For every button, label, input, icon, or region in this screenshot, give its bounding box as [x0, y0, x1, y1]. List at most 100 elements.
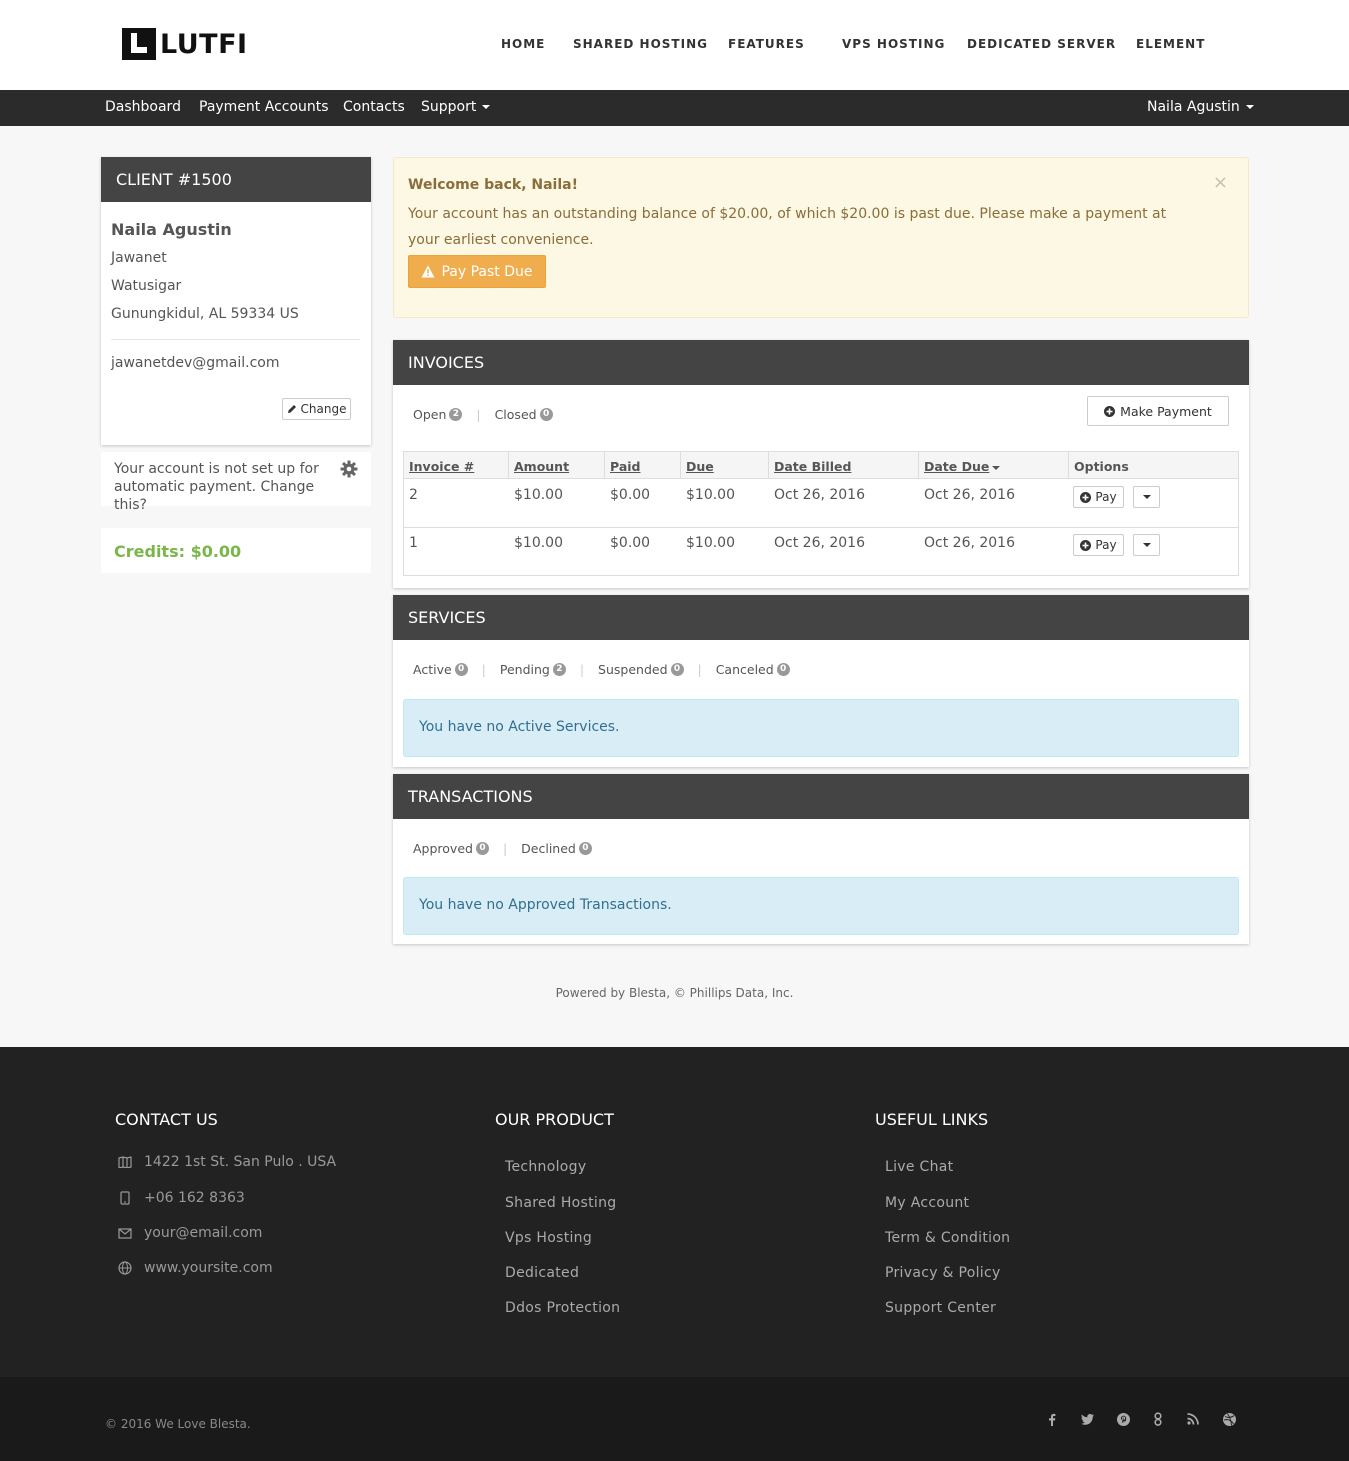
twitter-icon[interactable]	[1079, 1411, 1095, 1427]
col-amount[interactable]: Amount	[514, 459, 569, 474]
caret-down-icon	[482, 105, 491, 109]
footer-link-ddos-protection[interactable]: Ddos Protection	[505, 1300, 620, 1316]
pinterest-icon[interactable]	[1115, 1411, 1131, 1427]
col-date-due[interactable]: Date Due	[924, 459, 1001, 474]
invoice-amount: $10.00	[514, 487, 563, 503]
tab-active[interactable]: Active 0	[413, 662, 468, 677]
invoice-due: $10.00	[686, 487, 735, 503]
tab-open[interactable]: Open 2	[413, 407, 463, 422]
google-plus-icon[interactable]	[1150, 1411, 1166, 1427]
footer-links-title: USEFUL LINKS	[875, 1110, 989, 1129]
tab-canceled[interactable]: Canceled 0	[716, 662, 790, 677]
footer-link-technology[interactable]: Technology	[505, 1159, 586, 1175]
pay-label: Pay	[1095, 490, 1117, 504]
facebook-icon[interactable]	[1044, 1411, 1060, 1427]
sort-desc-icon	[992, 465, 1001, 470]
services-heading: SERVICES	[393, 595, 1249, 640]
invoice-due: $10.00	[686, 535, 735, 551]
count-badge: 0	[454, 663, 468, 676]
invoice-amount: $10.00	[514, 535, 563, 551]
nav-element[interactable]: ELEMENT	[1136, 37, 1205, 51]
divider	[111, 339, 360, 340]
contact-website-text[interactable]: www.yoursite.com	[144, 1260, 273, 1276]
col-options: Options	[1074, 459, 1129, 474]
footer-link-terms[interactable]: Term & Condition	[885, 1230, 1010, 1246]
subnav-contacts[interactable]: Contacts	[343, 99, 405, 115]
table-row: 1 $10.00 $0.00 $10.00 Oct 26, 2016 Oct 2…	[404, 527, 1238, 575]
tab-canceled-label: Canceled	[715, 662, 774, 677]
client-address1: Watusigar	[111, 278, 182, 294]
invoice-date-billed: Oct 26, 2016	[774, 487, 865, 503]
footer-link-shared-hosting[interactable]: Shared Hosting	[505, 1195, 616, 1211]
autopay-notice[interactable]: Your account is not set up for automatic…	[101, 452, 371, 513]
footer-link-live-chat[interactable]: Live Chat	[885, 1159, 953, 1175]
contact-phone: +06 162 8363	[118, 1190, 245, 1206]
alert-title: Welcome back, Naila!	[408, 177, 578, 193]
footer-link-my-account[interactable]: My Account	[885, 1195, 969, 1211]
count-badge: 0	[539, 408, 553, 421]
tab-separator: |	[481, 662, 486, 677]
invoice-number[interactable]: 1	[409, 535, 418, 551]
subnav-dashboard[interactable]: Dashboard	[105, 99, 181, 115]
col-date-billed[interactable]: Date Billed	[774, 459, 851, 474]
nav-features[interactable]: FEATURES	[728, 37, 805, 51]
footer-link-dedicated[interactable]: Dedicated	[505, 1265, 579, 1281]
tab-pending[interactable]: Pending 2	[500, 662, 566, 677]
plus-circle-icon	[1080, 539, 1092, 551]
warning-icon	[421, 265, 435, 278]
services-empty-message: You have no Active Services.	[403, 699, 1239, 757]
contact-email-text[interactable]: your@email.com	[144, 1225, 262, 1241]
column-divider	[604, 452, 605, 479]
transactions-empty-message: You have no Approved Transactions.	[403, 877, 1239, 935]
col-invoice-number[interactable]: Invoice #	[409, 459, 474, 474]
transactions-heading: TRANSACTIONS	[393, 774, 1249, 819]
contact-address: 1422 1st St. San Pulo . USA	[118, 1154, 336, 1170]
nav-dedicated-server[interactable]: DEDICATED SERVER	[967, 37, 1116, 51]
nav-home[interactable]: HOME	[501, 37, 545, 51]
tab-separator: |	[579, 662, 585, 677]
pay-past-due-button[interactable]: Pay Past Due	[408, 255, 546, 288]
footer-link-support-center[interactable]: Support Center	[885, 1300, 996, 1316]
credits-value: Credits: $0.00	[114, 542, 242, 561]
pay-button[interactable]: Pay	[1073, 486, 1124, 508]
options-dropdown-button[interactable]	[1133, 486, 1160, 508]
change-contact-button[interactable]: Change	[282, 398, 351, 420]
footer-bottom-bar: © 2016 We Love Blesta.	[0, 1377, 1349, 1461]
tab-approved[interactable]: Approved 0	[413, 841, 489, 856]
invoice-number[interactable]: 2	[409, 487, 418, 503]
tab-separator: |	[697, 662, 702, 677]
pay-button[interactable]: Pay	[1073, 534, 1124, 556]
invoices-panel: INVOICES Open 2 | Closed 0 Make Payment …	[393, 340, 1249, 588]
rss-icon[interactable]	[1185, 1411, 1201, 1427]
tab-suspended[interactable]: Suspended 0	[598, 662, 684, 677]
make-payment-button[interactable]: Make Payment	[1087, 396, 1229, 426]
invoice-paid: $0.00	[610, 535, 651, 551]
dribbble-icon[interactable]	[1221, 1411, 1237, 1427]
subnav-support[interactable]: Support	[421, 99, 491, 115]
nav-shared-hosting[interactable]: SHARED HOSTING	[573, 37, 708, 51]
tab-closed[interactable]: Closed 0	[495, 407, 553, 422]
footer-link-vps-hosting[interactable]: Vps Hosting	[505, 1230, 592, 1246]
gear-icon[interactable]	[340, 460, 358, 478]
user-menu[interactable]: Naila Agustin	[1147, 99, 1254, 115]
col-due[interactable]: Due	[686, 459, 714, 474]
nav-vps-hosting[interactable]: VPS HOSTING	[842, 37, 945, 51]
invoice-date-billed: Oct 26, 2016	[774, 535, 865, 551]
options-dropdown-button[interactable]	[1133, 534, 1160, 556]
powered-by: Powered by Blesta, © Phillips Data, Inc.	[555, 986, 794, 1000]
count-badge: 0	[578, 842, 592, 855]
caret-down-icon	[1245, 105, 1254, 109]
tab-active-label: Active	[413, 662, 452, 677]
close-icon[interactable]: ×	[1213, 172, 1228, 193]
client-name: Naila Agustin	[111, 220, 232, 239]
subnav-payment-accounts[interactable]: Payment Accounts	[199, 99, 329, 115]
tab-declined[interactable]: Declined 0	[521, 841, 592, 856]
logo[interactable]: LUTFI	[122, 28, 248, 60]
col-paid[interactable]: Paid	[610, 459, 641, 474]
map-icon	[118, 1155, 132, 1169]
column-divider	[768, 452, 769, 479]
footer-link-privacy[interactable]: Privacy & Policy	[885, 1265, 1001, 1281]
globe-icon	[118, 1261, 132, 1275]
invoice-paid: $0.00	[610, 487, 651, 503]
copyright: © 2016 We Love Blesta.	[105, 1417, 251, 1431]
